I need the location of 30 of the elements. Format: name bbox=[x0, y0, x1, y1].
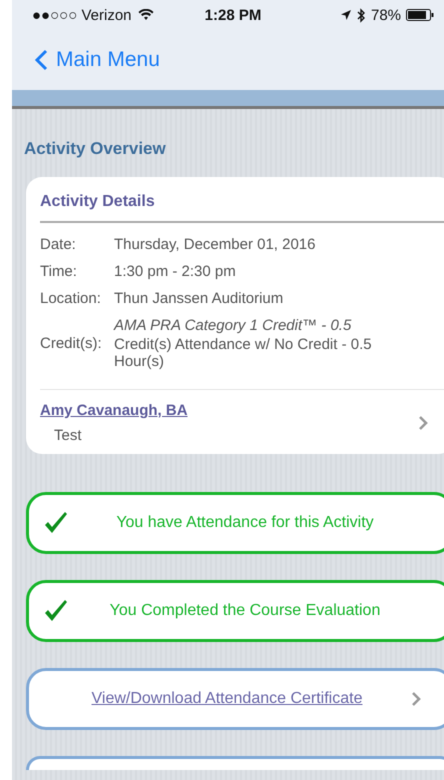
wifi-icon bbox=[138, 9, 154, 21]
back-link[interactable]: Main Menu bbox=[34, 48, 160, 72]
carrier-name: ●●○○○ Verizon bbox=[32, 6, 132, 24]
chevron-icon bbox=[411, 691, 421, 707]
detail-value: Thursday, December 01, 2016 bbox=[114, 236, 316, 253]
section-title: Activity Overview bbox=[23, 138, 167, 160]
presenter-role: Test bbox=[53, 427, 83, 444]
detail-value: AMA PRA Category 1 Credit™ - 0.5 bbox=[114, 317, 352, 334]
detail-label: Location: bbox=[40, 290, 102, 307]
detail-value: Credit(s) Attendance w/ No Credit - 0.5 Hour(s) bbox=[114, 336, 373, 370]
status-message: You Completed the Course Evaluation bbox=[108, 602, 382, 620]
presenter-link[interactable]: Amy Cavanaugh, BA bbox=[40, 402, 188, 419]
detail-label: Credit(s): bbox=[40, 335, 103, 352]
card-title: Activity Details bbox=[40, 192, 156, 212]
battery-icon bbox=[406, 9, 434, 21]
back-chevron-icon bbox=[34, 49, 48, 71]
detail-label: Date: bbox=[40, 236, 77, 253]
detail-value: 1:30 pm - 2:30 pm bbox=[114, 263, 237, 280]
detail-value: Thun Janssen Auditorium bbox=[114, 290, 284, 307]
clock-time: 1:28 PM bbox=[204, 6, 262, 24]
location-arrow-icon bbox=[340, 9, 352, 21]
detail-label: Time: bbox=[40, 263, 78, 280]
check-icon bbox=[43, 599, 69, 623]
certificate-button[interactable]: View/Download Attendance Certificate bbox=[26, 668, 444, 730]
status-message: You have Attendance for this Activity bbox=[115, 514, 375, 532]
check-icon bbox=[43, 511, 69, 535]
battery-percent: 78% bbox=[370, 6, 402, 24]
chevron-icon bbox=[418, 415, 428, 431]
bluetooth-icon bbox=[356, 8, 366, 22]
certificate-link[interactable]: View/Download Attendance Certificate bbox=[92, 690, 362, 707]
